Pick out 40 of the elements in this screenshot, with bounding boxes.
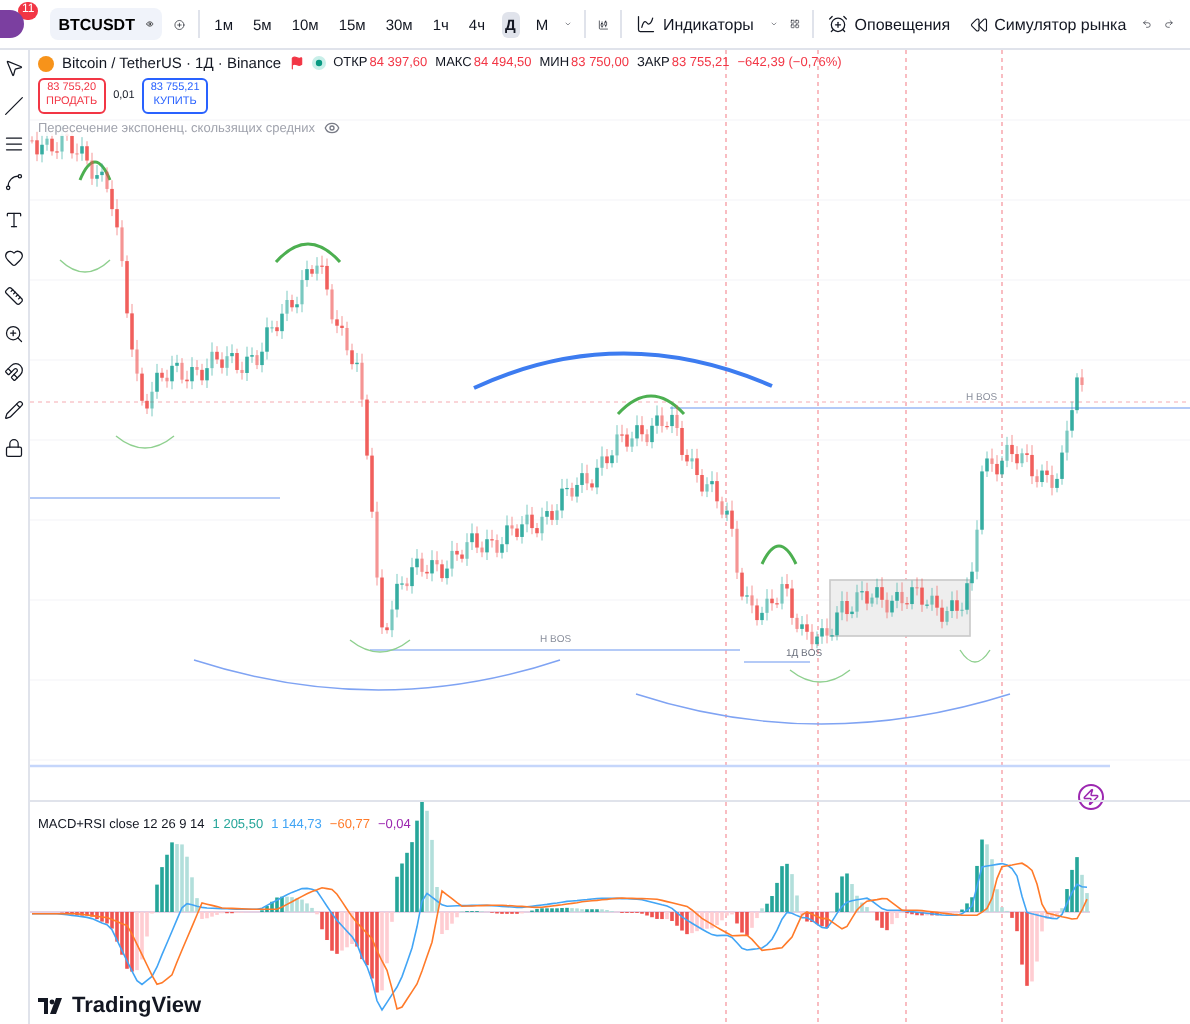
cursor-icon[interactable] <box>4 58 24 78</box>
arc-line <box>789 669 851 683</box>
arc-line <box>78 160 112 181</box>
eye-icon[interactable] <box>323 120 340 136</box>
nodes-icon[interactable] <box>4 172 24 192</box>
redo-icon[interactable] <box>1164 14 1175 34</box>
grid-icon[interactable] <box>789 14 800 34</box>
indicators-button[interactable]: Индикаторы <box>632 14 758 34</box>
symbol-search[interactable]: BTCUSDT <box>50 8 163 40</box>
text-icon[interactable] <box>4 210 24 230</box>
alerts-button[interactable]: Оповещения <box>824 14 955 34</box>
magnet-icon[interactable] <box>4 362 24 382</box>
alarm-icon <box>828 14 849 34</box>
lines-icon[interactable] <box>4 134 24 154</box>
flag-icon[interactable] <box>289 56 304 70</box>
level-line <box>743 661 811 663</box>
brand-name: TradingView <box>72 994 202 1018</box>
arc-line <box>59 259 111 273</box>
line-icon[interactable] <box>4 96 24 116</box>
simulator-button[interactable]: Симулятор рынка <box>966 15 1131 33</box>
eye-icon <box>146 16 155 32</box>
arc-line <box>760 544 798 565</box>
zoom-icon[interactable] <box>4 324 24 344</box>
coin-icon <box>38 55 54 71</box>
arc-line <box>959 649 991 663</box>
heart-icon[interactable] <box>4 248 24 268</box>
avatar[interactable] <box>0 10 24 38</box>
undo-icon[interactable] <box>1142 14 1153 34</box>
lightning-icon[interactable] <box>1078 784 1104 810</box>
status-dot-icon <box>311 56 326 70</box>
chart-icon <box>636 14 657 34</box>
ruler-icon[interactable] <box>4 286 24 306</box>
lock-icon[interactable] <box>4 438 24 458</box>
pencil-icon[interactable] <box>4 400 24 420</box>
arc-line <box>616 394 686 416</box>
arc-line <box>349 639 411 653</box>
logo-icon <box>38 998 66 1014</box>
arc-line <box>115 435 175 449</box>
rewind-icon <box>970 15 989 33</box>
arc-line <box>274 242 342 264</box>
